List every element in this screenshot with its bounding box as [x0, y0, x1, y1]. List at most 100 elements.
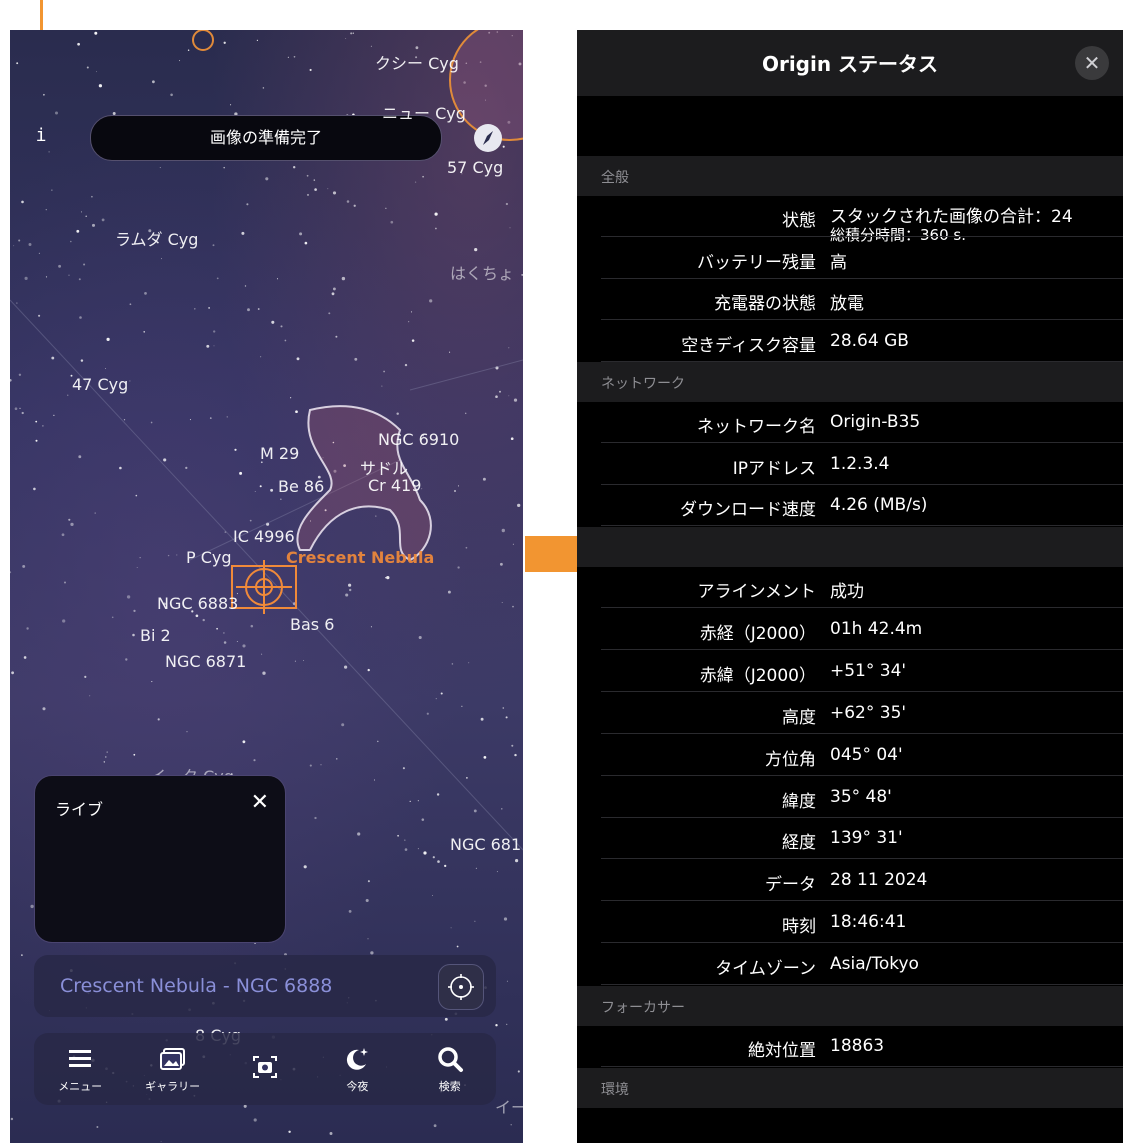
- star: [357, 832, 361, 836]
- star: [163, 458, 167, 462]
- status-value: +62° 35': [830, 702, 907, 723]
- target-bar[interactable]: Crescent Nebula - NGC 6888: [34, 955, 496, 1017]
- status-row: タイムゾーン Asia/Tokyo: [577, 944, 1123, 986]
- close-button[interactable]: ✕: [1075, 46, 1109, 80]
- star: [447, 590, 451, 594]
- sky-object-label[interactable]: NGC 6871: [165, 652, 246, 671]
- star: [55, 111, 58, 115]
- star: [450, 927, 452, 929]
- star: [19, 407, 21, 409]
- star: [152, 80, 155, 84]
- status-row: ダウンロード速度 4.26 (MB/s): [577, 485, 1123, 526]
- star: [51, 189, 53, 191]
- star: [159, 167, 161, 169]
- info-button[interactable]: i: [26, 118, 56, 154]
- star: [45, 276, 48, 278]
- sky-object-label[interactable]: ニュー Cyg: [382, 100, 466, 124]
- sky-object-label[interactable]: Bi 2: [140, 626, 171, 645]
- star: [341, 276, 346, 281]
- sky-object-label[interactable]: 57 Cyg: [447, 158, 503, 177]
- star: [370, 626, 372, 628]
- star: [457, 566, 460, 569]
- star: [236, 641, 238, 643]
- target-name[interactable]: Crescent Nebula - NGC 6888: [60, 975, 332, 997]
- star: [440, 692, 443, 695]
- status-key: 充電器の状態: [714, 294, 816, 314]
- toolbar-camera-button[interactable]: [225, 1037, 305, 1101]
- toolbar-menu-button[interactable]: メニュー: [40, 1037, 120, 1101]
- star: [76, 229, 80, 233]
- gallery-icon: [159, 1048, 185, 1070]
- star: [111, 616, 114, 619]
- sky-object-label[interactable]: はくちょ: [450, 260, 514, 284]
- status-row: 緯度 35° 48': [577, 777, 1123, 818]
- star: [314, 816, 317, 820]
- star: [53, 414, 55, 416]
- star: [209, 417, 212, 419]
- star: [132, 633, 135, 637]
- star: [436, 793, 440, 796]
- compass-icon[interactable]: [473, 123, 503, 153]
- star: [303, 865, 307, 869]
- star: [83, 263, 86, 266]
- sky-object-label[interactable]: P Cyg: [186, 548, 232, 567]
- star: [189, 419, 191, 421]
- star: [367, 938, 369, 940]
- star: [129, 303, 132, 306]
- sky-object-label[interactable]: ラムダ Cyg: [115, 226, 198, 250]
- star: [103, 761, 106, 763]
- star: [94, 512, 96, 514]
- star: [69, 240, 72, 243]
- star: [505, 202, 509, 206]
- sky-object-label[interactable]: IC 4996: [233, 527, 295, 546]
- status-key: 空きディスク容量: [681, 335, 816, 356]
- star: [167, 554, 170, 557]
- status-value: 28 11 2024: [830, 870, 928, 891]
- sky-object-label[interactable]: クシー Cyg: [375, 50, 459, 74]
- sky-object-label[interactable]: イー: [495, 1094, 523, 1118]
- star: [521, 273, 523, 276]
- star: [216, 627, 218, 630]
- toolbar-search-button[interactable]: 検索: [410, 1037, 490, 1101]
- sky-object-label[interactable]: 47 Cyg: [72, 375, 128, 394]
- target-label[interactable]: Crescent Nebula: [286, 548, 434, 567]
- star: [375, 515, 377, 517]
- star: [28, 243, 32, 246]
- locate-target-button[interactable]: [438, 964, 484, 1010]
- star: [133, 753, 136, 756]
- star: [402, 767, 405, 770]
- sky-object-label[interactable]: Cr 419: [368, 476, 421, 495]
- sky-map-screen[interactable]: i 画像の準備完了 クシー Cyg ニュー Cyg 57 Cyg ラムダ Cyg はくち…: [10, 30, 523, 1143]
- sky-object-label[interactable]: Bas 6: [290, 615, 334, 634]
- star: [95, 71, 98, 73]
- toolbar-gallery-button[interactable]: ギャラリー: [133, 1037, 213, 1101]
- star: [365, 898, 369, 903]
- toolbar-tonight-button[interactable]: 今夜: [317, 1037, 397, 1101]
- row-divider: [601, 732, 1123, 734]
- star: [187, 49, 190, 52]
- sky-object-label[interactable]: M 29: [260, 444, 299, 463]
- star: [512, 605, 514, 608]
- status-value: 28.64 GB: [830, 330, 909, 351]
- sky-object-label[interactable]: Be 86: [278, 477, 324, 496]
- star: [385, 207, 387, 209]
- star: [327, 188, 329, 190]
- star: [474, 920, 476, 922]
- sky-object-label[interactable]: NGC 6883: [157, 594, 238, 613]
- star: [78, 455, 82, 459]
- sky-object-label[interactable]: NGC 681: [450, 835, 521, 854]
- live-panel-close-icon[interactable]: ✕: [251, 790, 269, 815]
- star: [444, 864, 447, 868]
- star: [202, 618, 205, 622]
- sky-object-label[interactable]: NGC 6910: [378, 430, 459, 449]
- star: [253, 1118, 257, 1122]
- star: [408, 321, 410, 323]
- star: [345, 593, 349, 597]
- star: [374, 779, 375, 781]
- star: [370, 45, 372, 47]
- status-key: 時刻: [782, 917, 816, 938]
- star: [464, 412, 467, 415]
- star: [508, 347, 510, 349]
- star: [482, 477, 486, 481]
- star: [280, 325, 283, 328]
